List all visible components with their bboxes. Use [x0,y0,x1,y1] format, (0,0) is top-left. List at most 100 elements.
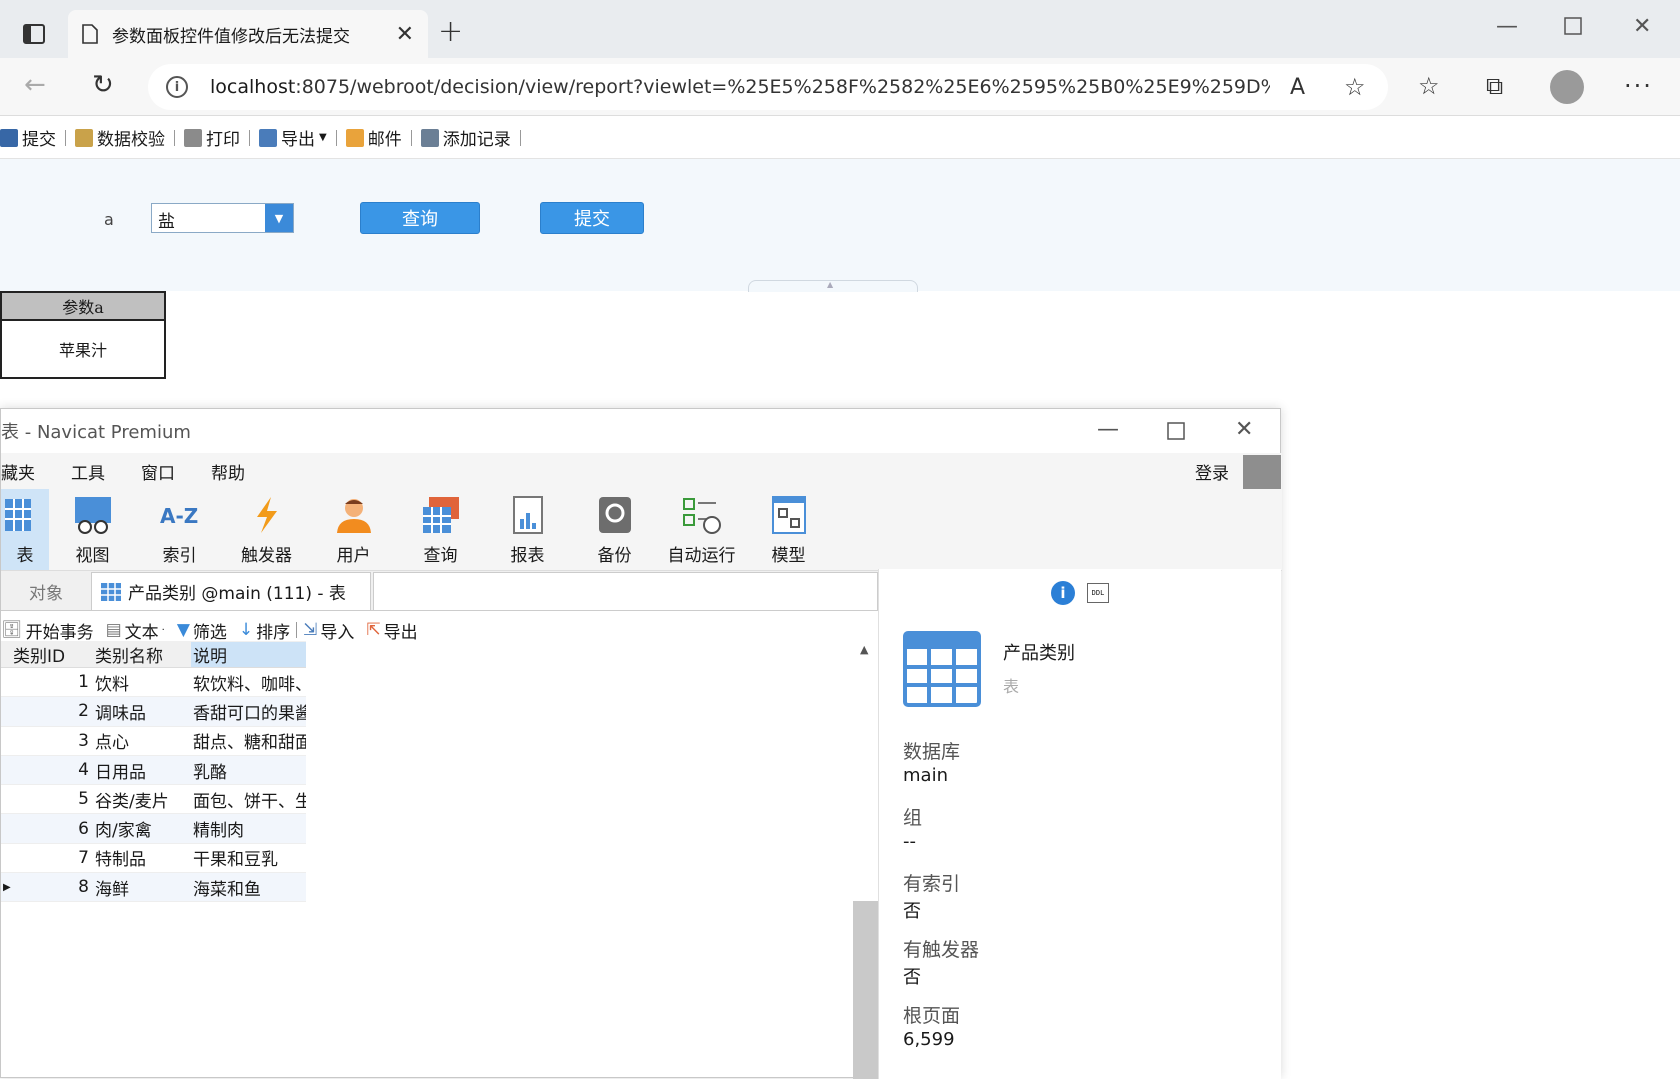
table-row[interactable]: ▶ 8 海鲜 海菜和鱼 [1,873,306,903]
table-row[interactable]: 6 肉/家禽 精制肉 [1,814,306,844]
table-row[interactable]: 3 点心 甜点、糖和甜面 [1,727,306,756]
column-header[interactable]: 类别名称 [93,642,191,667]
close-window-icon[interactable]: ✕ [1633,14,1651,39]
new-tab-icon[interactable]: + [438,14,463,49]
sort-button[interactable]: ↓ 排序 [233,618,296,643]
cell[interactable]: 4 [1,760,93,780]
param-submit-button[interactable]: 提交 [540,202,644,234]
database-value: main [903,765,948,786]
menu-help[interactable]: 帮助 [211,459,245,484]
import-button[interactable]: ⇲ 导入 [297,618,360,643]
add-favorite-icon[interactable]: ☆ [1344,73,1366,101]
menu-window[interactable]: 窗口 [141,459,175,484]
ribbon-user[interactable]: 用户 [310,489,397,570]
cell[interactable]: 2 [1,701,93,721]
cell[interactable]: 干果和豆乳 [191,845,306,870]
cell[interactable]: 3 [1,731,93,751]
ribbon-table[interactable]: 表 [1,489,49,570]
mail-button[interactable]: 邮件 [337,125,411,150]
text-button[interactable]: ▤ 文本 · [100,618,171,643]
favorites-icon[interactable]: ☆ [1418,72,1440,100]
cell[interactable]: 日用品 [93,758,191,783]
submit-tool-button[interactable]: 提交 [0,125,65,150]
cell[interactable]: 5 [1,789,93,809]
login-link[interactable]: 登录 [1195,459,1229,484]
cell[interactable]: 乳酪 [191,758,306,783]
cell[interactable]: 点心 [93,728,191,753]
more-icon[interactable]: ··· [1624,72,1653,100]
object-info-panel: i DDL 产品类别 表 数据库 main 组 -- 有索引 否 有触发器 否 … [878,569,1281,1079]
cell[interactable]: 肉/家禽 [93,816,191,841]
menu-tools[interactable]: 工具 [71,459,105,484]
collections-icon[interactable]: ⧉ [1486,72,1503,100]
ribbon-index[interactable]: A-Z 索引 [136,489,223,570]
ribbon-report[interactable]: 报表 [484,489,571,570]
ribbon-automation[interactable]: 自动运行 [658,489,745,570]
table-row[interactable]: 5 谷类/麦片 面包、饼干、生 [1,785,306,815]
ribbon-label: 视图 [75,546,110,566]
read-aloud-icon[interactable]: A [1290,75,1305,100]
cell[interactable]: 8 [1,877,93,897]
cell[interactable]: 海鲜 [93,875,191,900]
export-data-button[interactable]: ⇱ 导出 [360,618,423,643]
cell[interactable]: 海菜和鱼 [191,875,306,900]
tab-actions-icon[interactable] [14,14,54,54]
profile-avatar[interactable] [1550,70,1584,104]
scrollbar-thumb[interactable] [853,901,878,1079]
back-icon[interactable]: ← [24,70,46,100]
cell[interactable]: 香甜可口的果酱 [191,699,306,724]
table-row[interactable]: 7 特制品 干果和豆乳 [1,844,306,874]
navicat-window: 表 - Navicat Premium — ✕ 藏夹 工具 窗口 帮助 登录 表… [0,408,1282,1079]
cell[interactable]: 调味品 [93,699,191,724]
dropdown-arrow-icon[interactable]: ▼ [265,204,293,232]
cell[interactable]: 特制品 [93,845,191,870]
minimize-icon[interactable]: — [1496,14,1518,39]
cell[interactable]: 谷类/麦片 [93,787,191,812]
navicat-minimize-icon[interactable]: — [1097,417,1119,442]
tab-objects[interactable]: 对象 [1,572,91,610]
table-row[interactable]: 1 饮料 软饮料、咖啡、 [1,668,306,698]
cell[interactable]: 软饮料、咖啡、 [191,670,306,695]
query-button[interactable]: 查询 [360,202,480,234]
scroll-up-icon[interactable]: ▲ [860,643,868,656]
menu-favorites[interactable]: 藏夹 [1,459,35,484]
cell[interactable]: 精制肉 [191,816,306,841]
add-record-button[interactable]: 添加记录 [412,125,520,150]
validate-button[interactable]: 数据校验 [66,125,174,150]
url-field[interactable]: i localhost:8075/webroot/decision/view/r… [148,64,1388,110]
filter-button[interactable]: ▼ 筛选 [171,618,233,643]
cell[interactable]: 面包、饼干、生 [191,787,306,812]
navicat-close-icon[interactable]: ✕ [1235,417,1253,442]
site-info-icon[interactable]: i [166,76,188,98]
combo-value[interactable]: 盐 [152,204,265,232]
info-icon[interactable]: i [1051,581,1075,605]
column-header[interactable]: 类别ID [1,642,93,667]
ribbon-trigger[interactable]: 触发器 [223,489,310,570]
print-button[interactable]: 打印 [175,125,249,150]
ribbon-backup[interactable]: 备份 [571,489,658,570]
navicat-maximize-icon[interactable] [1167,421,1185,446]
browser-tab[interactable]: 参数面板控件值修改后无法提交 ✕ [68,10,428,58]
cell[interactable]: 饮料 [93,670,191,695]
table-row[interactable]: 4 日用品 乳酪 [1,755,306,786]
close-tab-icon[interactable]: ✕ [396,22,414,47]
cell[interactable]: 7 [1,848,93,868]
ribbon-model[interactable]: 模型 [745,489,832,570]
ribbon-query[interactable]: 查询 [397,489,484,570]
begin-transaction-button[interactable]: 🗄 开始事务 [1,618,100,643]
cell[interactable]: 甜点、糖和甜面 [191,728,306,753]
data-grid[interactable]: 类别ID 类别名称 说明 1 饮料 软饮料、咖啡、 2 调味品 香甜可口的果酱 3 点心甜… [1,641,306,903]
ddl-icon[interactable]: DDL [1087,583,1109,603]
maximize-icon[interactable] [1564,16,1582,41]
ribbon-view[interactable]: 视图 [49,489,136,570]
tab-table[interactable]: 产品类别 @main (111) - 表 [91,572,371,610]
user-avatar[interactable] [1243,455,1281,489]
table-row[interactable]: 2 调味品 香甜可口的果酱 [1,697,306,727]
reload-icon[interactable]: ↻ [92,70,114,100]
cell[interactable]: 1 [1,672,93,692]
param-combo[interactable]: 盐 ▼ [151,203,294,233]
column-header[interactable]: 说明 [191,641,306,667]
collapse-panel-handle[interactable]: ▲ [748,280,918,292]
cell[interactable]: 6 [1,819,93,839]
export-button[interactable]: 导出 ▼ [250,125,336,150]
